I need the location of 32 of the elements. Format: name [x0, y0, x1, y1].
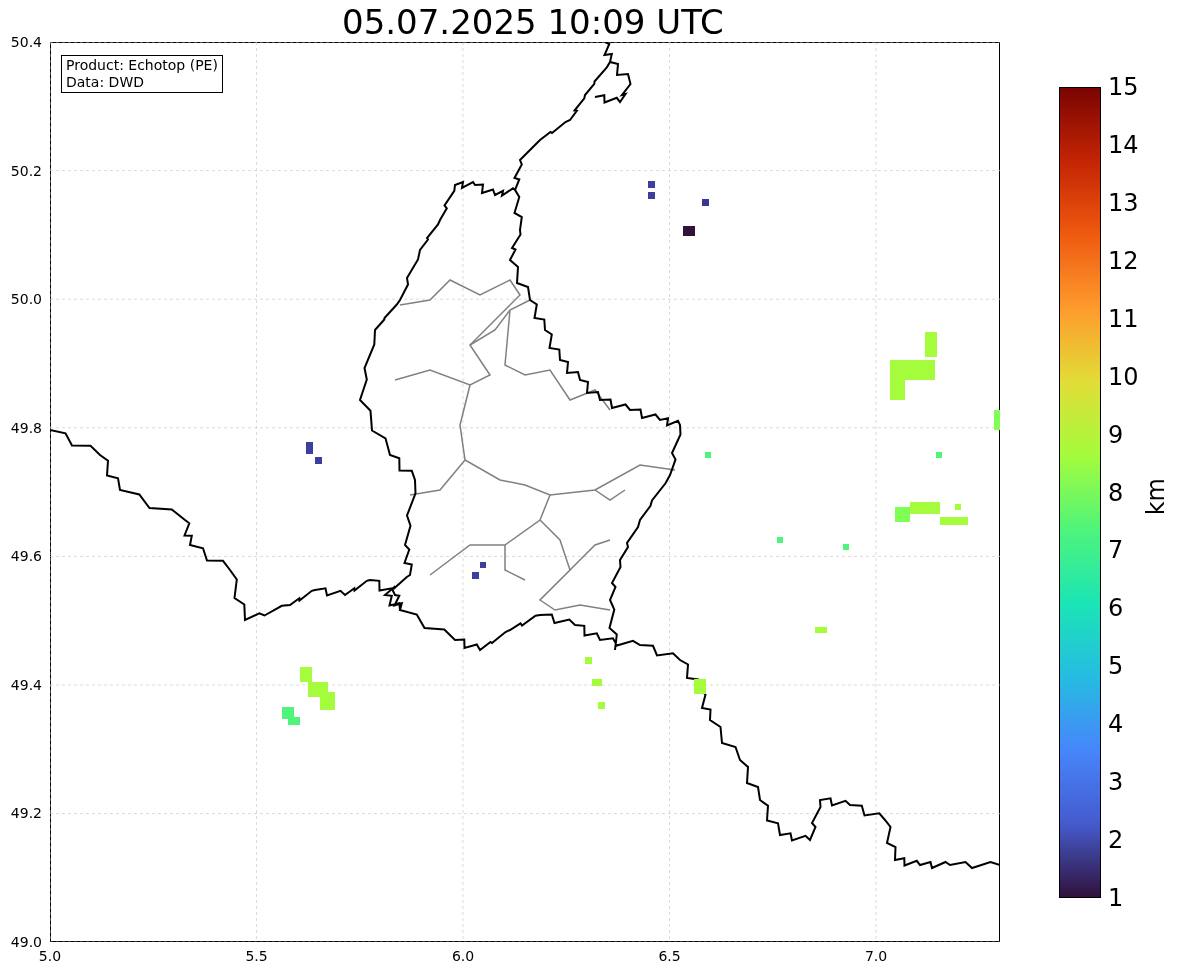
colorbar-tick-label: 5: [1108, 652, 1124, 681]
colorbar-tick-label: 13: [1108, 188, 1139, 217]
y-tick-label: 49.0: [9, 934, 42, 950]
y-tick-label: 49.4: [9, 676, 42, 693]
y-tick-label: 49.2: [9, 805, 42, 822]
colorbar-tick-label: 10: [1108, 362, 1139, 391]
colorbar-tick-label: 12: [1108, 246, 1139, 275]
colorbar-tick-label: 9: [1108, 420, 1124, 449]
info-text: Data: DWD: [66, 74, 145, 91]
colorbar-tick-label: 6: [1108, 594, 1124, 623]
x-tick-label: 5.5: [244, 948, 269, 964]
colorbar-tick-label: 15: [1108, 73, 1139, 101]
y-tick-label: 49.8: [9, 419, 42, 436]
x-tick-label: 5.0: [37, 948, 63, 964]
colorbar-tick-label: 2: [1108, 826, 1124, 855]
colorbar-tick-label: 7: [1108, 536, 1124, 565]
y-tick-label: 49.6: [9, 548, 42, 565]
y-tick-label: 50.0: [9, 291, 42, 308]
colorbar-label: km: [1142, 478, 1170, 516]
colorbar-tick-label: 11: [1108, 304, 1139, 333]
chart-title: 05.07.2025 10:09 UTC: [342, 2, 724, 42]
x-tick-label: 7.0: [863, 948, 889, 964]
x-tick-label: 6.0: [450, 948, 476, 964]
y-tick-label: 50.4: [9, 34, 42, 50]
colorbar-tick-label: 8: [1108, 478, 1124, 507]
colorbar-tick-label: 1: [1108, 884, 1124, 912]
x-tick-label: 6.5: [657, 948, 682, 964]
colorbar-tick-label: 14: [1108, 130, 1139, 159]
colorbar-tick-label: 3: [1108, 768, 1124, 797]
y-tick-label: 50.2: [9, 162, 42, 179]
info-text: Product: Echotop (PE): [66, 57, 218, 74]
colorbar-tick-label: 4: [1108, 710, 1124, 739]
